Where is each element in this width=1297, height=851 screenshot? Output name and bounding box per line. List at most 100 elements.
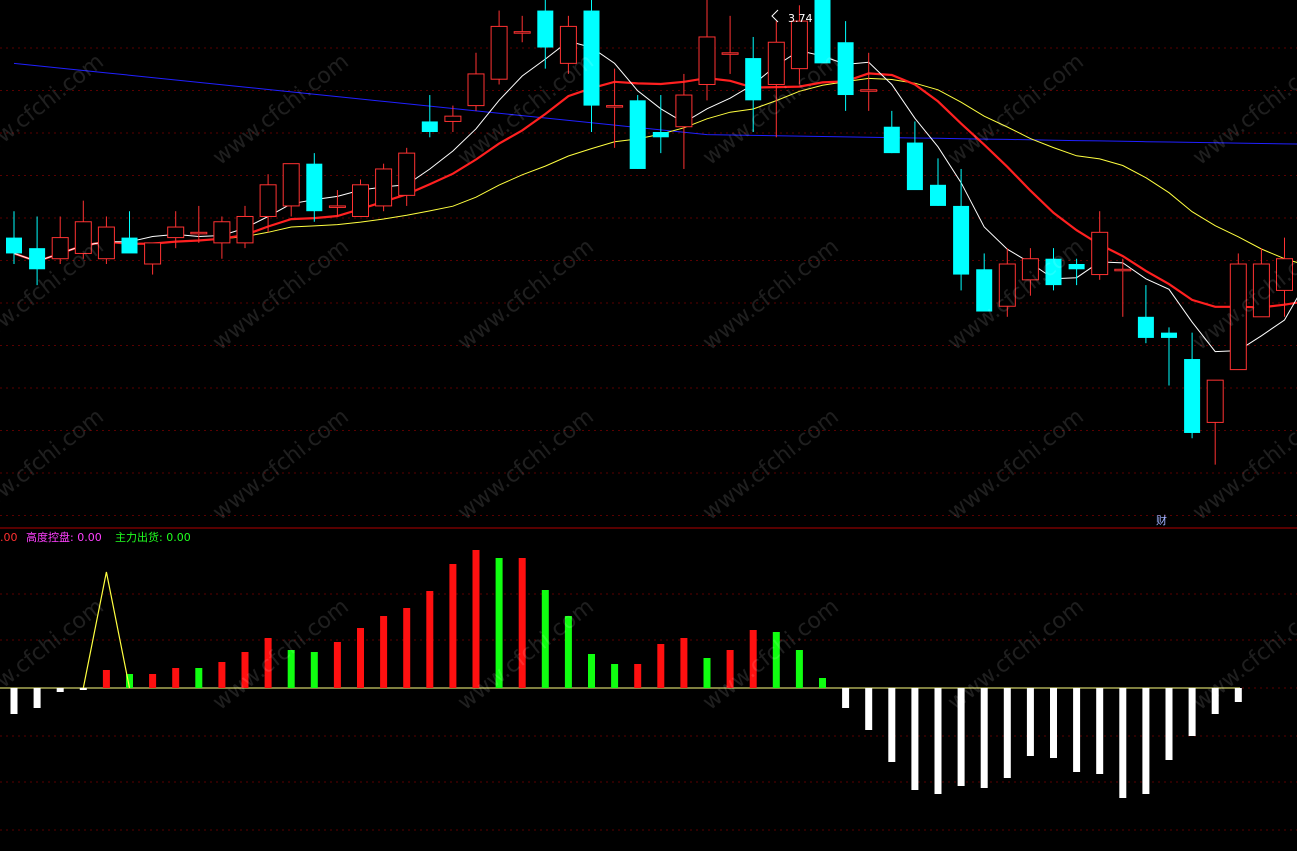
indicator-bar — [842, 688, 850, 708]
indicator-bar — [1119, 688, 1127, 798]
indicator-bar — [56, 688, 64, 692]
indicator-bar — [357, 628, 364, 688]
candle — [721, 15, 739, 74]
candle — [652, 95, 669, 154]
indicator-bar — [403, 608, 411, 688]
candle — [606, 68, 624, 148]
candle-body — [444, 115, 462, 122]
indicator-bar — [1003, 688, 1011, 778]
indicator-bar — [310, 652, 318, 688]
candle-body — [790, 20, 808, 70]
indicator-bar — [1050, 688, 1057, 758]
candle-body — [1091, 231, 1109, 276]
candle-body — [652, 132, 669, 138]
high-marker-tick — [771, 9, 779, 23]
candle-body — [1161, 332, 1177, 338]
candle-body — [537, 10, 554, 48]
candlestick-series — [6, 0, 1293, 465]
price-grid — [0, 47, 1297, 516]
indicator-bar — [657, 644, 665, 688]
indicator-bar — [172, 668, 180, 688]
legend-item: .00 — [0, 531, 18, 544]
candle — [328, 190, 346, 217]
candle-body — [467, 73, 485, 107]
indicator-bar — [819, 678, 826, 688]
candle-body — [190, 231, 208, 235]
candle-body — [236, 215, 254, 244]
watermark-text: www.cfchi.com — [453, 404, 598, 525]
indicator-bar — [703, 658, 711, 688]
candle — [1091, 211, 1109, 280]
candle-body — [860, 89, 878, 92]
indicator-bar — [472, 550, 480, 688]
candle — [698, 0, 716, 101]
candle-body — [721, 52, 739, 55]
indicator-bar — [195, 668, 203, 688]
watermark-text: www.cfchi.com — [1188, 49, 1297, 170]
candle — [1206, 379, 1224, 465]
watermark-text: www.cfchi.com — [208, 49, 353, 170]
candle-body — [745, 58, 762, 101]
candle-body — [259, 184, 277, 217]
indicator-bar — [1026, 688, 1034, 756]
watermark-text: www.cfchi.com — [453, 234, 598, 355]
candle — [375, 163, 393, 212]
watermark-text: www.cfchi.com — [0, 404, 109, 525]
candle-body — [883, 126, 900, 154]
indicator-bar — [795, 650, 803, 688]
watermark-text: www.cfchi.com — [698, 234, 843, 355]
candle-body — [629, 100, 646, 169]
watermark-text: www.cfchi.com — [943, 594, 1088, 715]
candle — [121, 211, 138, 254]
candle — [213, 216, 231, 259]
legend-item: 主力出货: 0.00 — [115, 530, 191, 544]
indicator-bar — [33, 688, 41, 708]
candle-body — [1137, 316, 1154, 338]
watermark-text: www.cfchi.com — [698, 594, 843, 715]
candle — [144, 242, 162, 275]
indicator-bar — [102, 670, 110, 688]
indicator-bar — [1096, 688, 1104, 774]
candle — [1161, 327, 1177, 386]
indicator-bar — [980, 688, 988, 788]
candle-body — [953, 205, 970, 275]
candle — [675, 73, 693, 169]
candle-body — [306, 163, 323, 212]
candle — [306, 153, 323, 222]
indicator-bar — [865, 688, 873, 730]
candle-body — [398, 152, 416, 196]
candle-body — [328, 205, 346, 208]
legend-item: 高度控盘: 0.00 — [26, 530, 102, 544]
candle-body — [375, 168, 393, 207]
watermark-text: www.cfchi.com — [1188, 404, 1297, 525]
candle-body — [1184, 359, 1201, 433]
moving-average-lines — [13, 40, 1297, 353]
candle — [906, 121, 923, 191]
candle — [883, 110, 900, 154]
candle — [1114, 258, 1132, 317]
indicator-bar — [10, 688, 18, 714]
candle-body — [421, 121, 438, 132]
indicator-bar — [1073, 688, 1081, 772]
stock-chart: .00 高度控盘: 0.00 主力出货: 0.00 3.74 财 www.cfchi… — [0, 0, 1297, 831]
candle-body — [121, 237, 138, 254]
indicator-bar — [333, 642, 341, 688]
candle-body — [1114, 268, 1132, 272]
indicator-bar — [449, 564, 457, 688]
candle-body — [6, 237, 22, 254]
watermark-text: www.cfchi.com — [208, 404, 353, 525]
candle — [860, 52, 878, 111]
candle — [190, 205, 208, 243]
candle-body — [930, 184, 946, 206]
candle-body — [698, 36, 716, 85]
candle-body — [906, 142, 923, 191]
indicator-bar — [588, 654, 595, 688]
candle-body — [144, 242, 162, 265]
indicator-bar — [680, 638, 688, 688]
candle-body — [606, 105, 624, 108]
watermark-text: www.cfchi.com — [208, 594, 353, 715]
candle — [282, 163, 300, 217]
candle — [421, 95, 438, 138]
watermark-text: www.cfchi.com — [208, 234, 353, 355]
indicator-bar — [1142, 688, 1150, 794]
